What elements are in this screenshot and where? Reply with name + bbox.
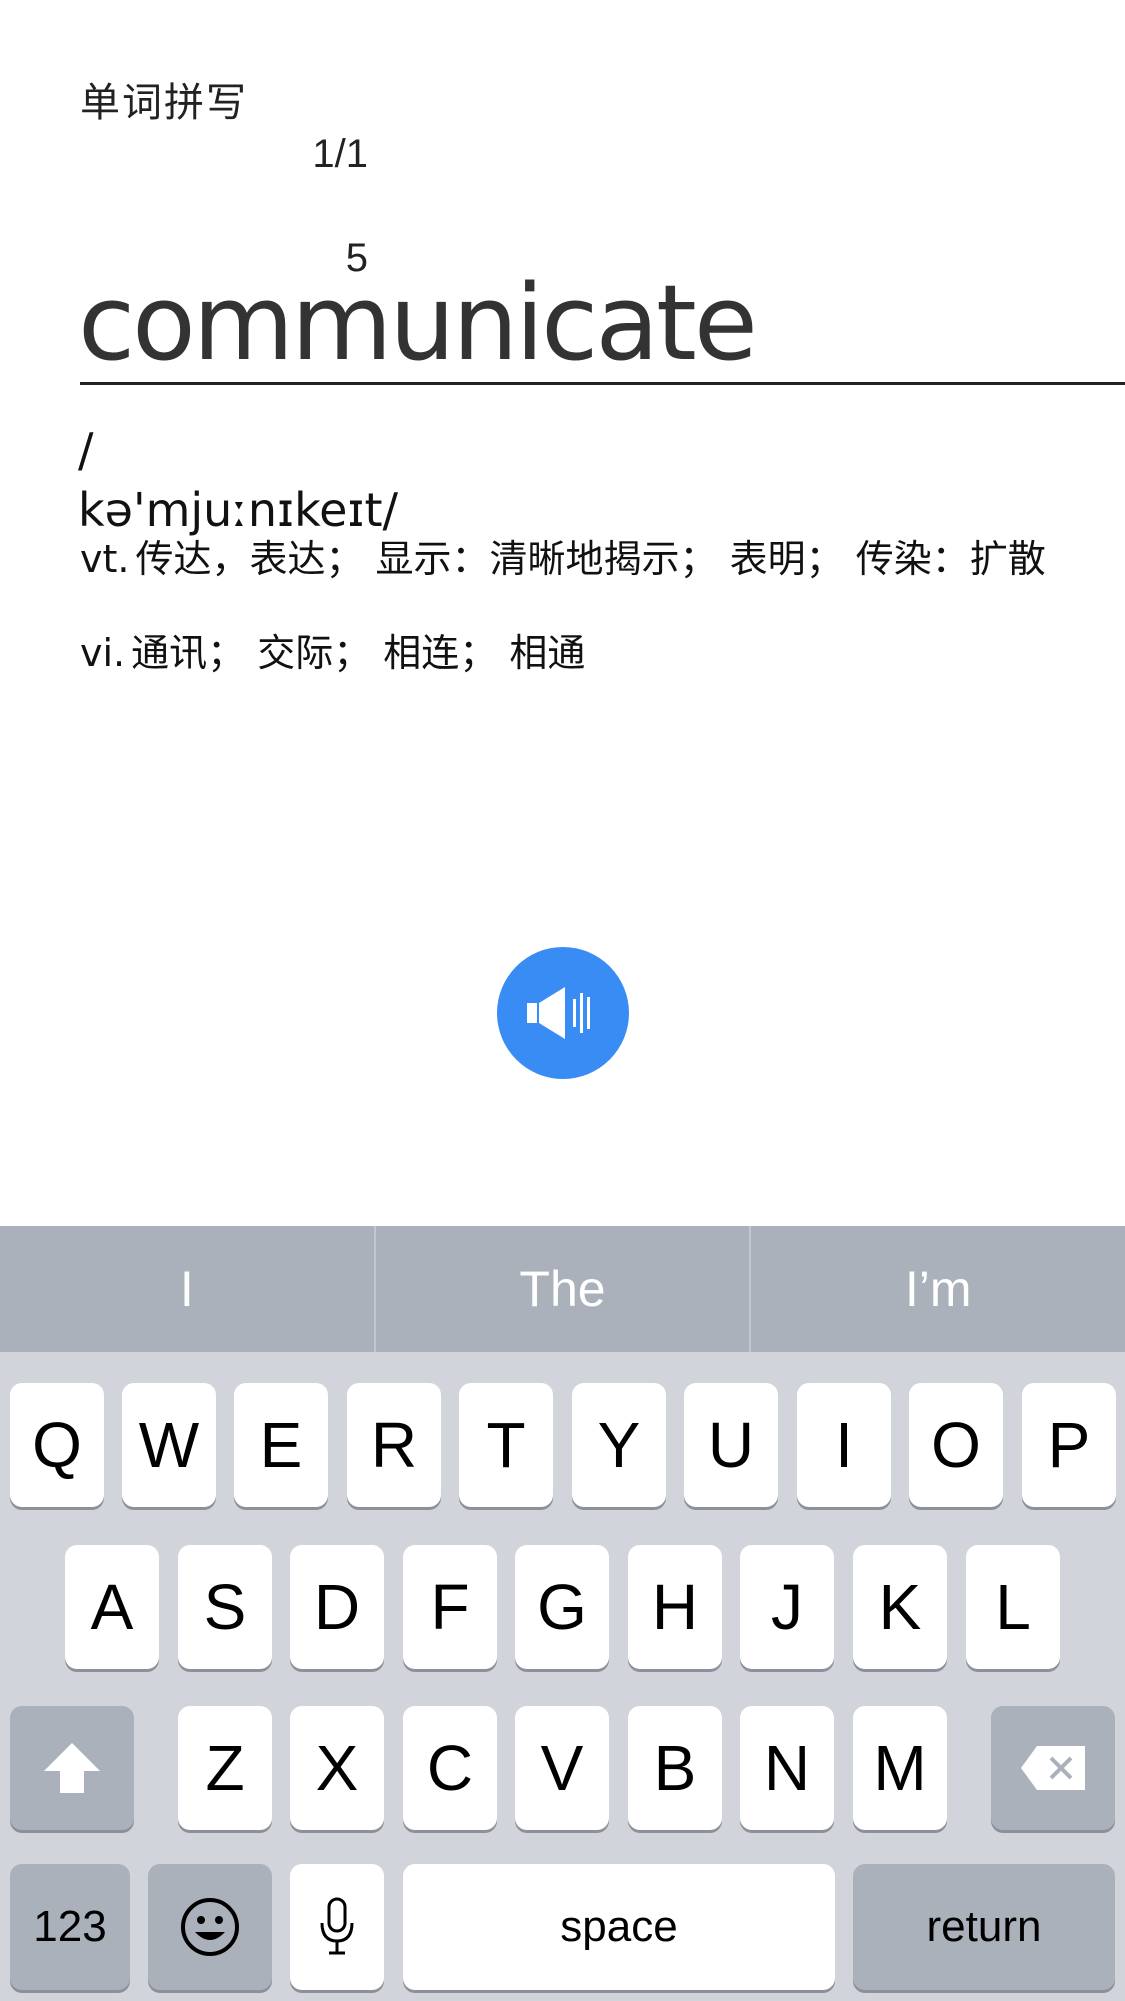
onscreen-keyboard: I The I’m Q W E R T Y U I O P A S D F G … [0,1226,1125,2001]
emoji-key[interactable] [148,1864,272,1990]
key-d[interactable]: D [290,1545,384,1669]
definition-vt: vt. 传达，表达； 显示：清晰地揭示； 表明； 传染：扩散 [80,528,1046,583]
return-key-label: return [926,1902,1042,1951]
predictive-suggestions-bar: I The I’m [0,1226,1125,1352]
key-n[interactable]: N [740,1706,834,1830]
key-h[interactable]: H [628,1545,722,1669]
key-l[interactable]: L [966,1545,1060,1669]
definition-meaning: 传达，表达； 显示：清晰地揭示； 表明； 传染：扩散 [135,537,1046,581]
shift-key[interactable] [10,1706,134,1830]
return-key[interactable]: return [853,1864,1115,1990]
key-b[interactable]: B [628,1706,722,1830]
backspace-icon [1021,1746,1085,1790]
spelling-word: communicate [78,262,758,384]
numbers-key-label: 123 [33,1902,107,1951]
key-c[interactable]: C [403,1706,497,1830]
key-e[interactable]: E [234,1383,328,1507]
part-of-speech: vt. [80,537,130,581]
key-w[interactable]: W [122,1383,216,1507]
key-z[interactable]: Z [178,1706,272,1830]
suggestion-2[interactable]: The [373,1226,750,1352]
key-m[interactable]: M [853,1706,947,1830]
numbers-key[interactable]: 123 [10,1864,130,1990]
microphone-key[interactable] [290,1864,384,1990]
key-t[interactable]: T [459,1383,553,1507]
speaker-icon [527,987,590,1039]
shift-arrow-icon [44,1743,100,1793]
key-v[interactable]: V [515,1706,609,1830]
key-q[interactable]: Q [10,1383,104,1507]
phonetic-transcription: / kə'mjuːnɪkeɪt/ [78,420,458,540]
backspace-key[interactable] [991,1706,1115,1830]
key-k[interactable]: K [853,1545,947,1669]
key-a[interactable]: A [65,1545,159,1669]
key-y[interactable]: Y [572,1383,666,1507]
space-key[interactable]: space [403,1864,835,1990]
phonetic-slash: / [78,423,94,477]
emoji-icon [181,1898,239,1956]
key-u[interactable]: U [684,1383,778,1507]
key-p[interactable]: P [1022,1383,1116,1507]
key-r[interactable]: R [347,1383,441,1507]
key-g[interactable]: G [515,1545,609,1669]
counter-current: 1/1 [312,132,368,176]
microphone-icon [320,1897,354,1955]
play-pronunciation-button[interactable] [497,947,629,1079]
definition-meaning: 通讯； 交际； 相连； 相通 [131,631,586,675]
key-f[interactable]: F [403,1545,497,1669]
suggestion-3[interactable]: I’m [749,1226,1125,1352]
page-title: 单词拼写 [80,80,248,126]
space-key-label: space [560,1902,678,1951]
part-of-speech: vi. [80,631,126,675]
word-input-underline[interactable] [80,382,1125,385]
definition-vi: vi. 通讯； 交际； 相连； 相通 [80,622,585,677]
suggestion-1[interactable]: I [0,1226,374,1352]
key-o[interactable]: O [909,1383,1003,1507]
key-s[interactable]: S [178,1545,272,1669]
key-i[interactable]: I [797,1383,891,1507]
key-x[interactable]: X [290,1706,384,1830]
key-j[interactable]: J [740,1545,834,1669]
